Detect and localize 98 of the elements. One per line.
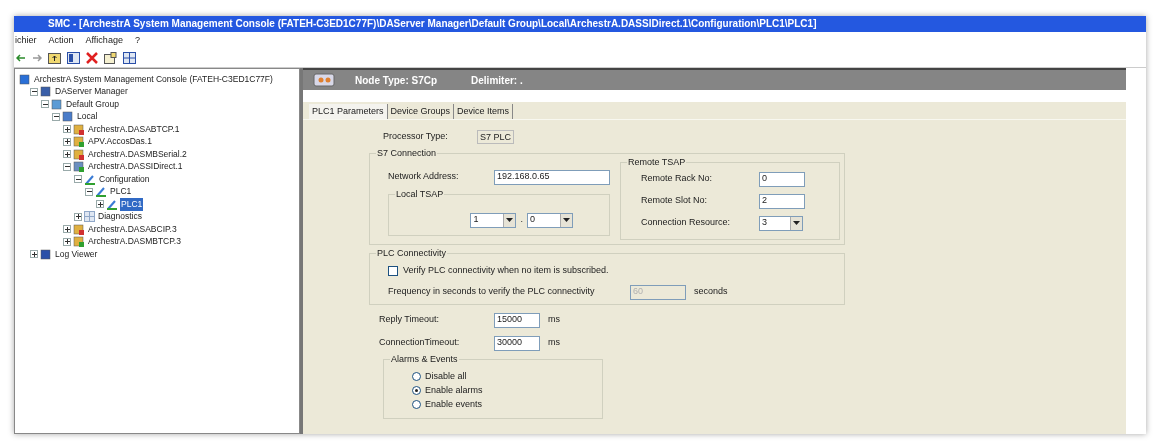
- tree-item[interactable]: Log Viewer: [54, 247, 99, 261]
- dropdown[interactable]: 3: [759, 215, 803, 231]
- expander-icon[interactable]: [30, 87, 38, 96]
- checkbox[interactable]: [388, 266, 398, 276]
- group-title: Alarms & Events: [390, 353, 459, 365]
- properties-icon[interactable]: [104, 52, 117, 64]
- group-title: Remote TSAP: [627, 156, 687, 168]
- tree-item[interactable]: DAServer Manager: [54, 85, 129, 99]
- dropdown[interactable]: 0: [527, 212, 573, 228]
- menu-item[interactable]: ?: [134, 33, 140, 48]
- dropdown[interactable]: 1: [470, 212, 517, 228]
- forward-arrow-icon[interactable]: [32, 54, 42, 62]
- expander-icon[interactable]: [63, 162, 71, 171]
- tab[interactable]: PLC1 Parameters: [309, 104, 388, 119]
- folder-up-icon[interactable]: [48, 52, 61, 64]
- unit-label: ms: [547, 313, 560, 327]
- menu-item[interactable]: Action: [48, 33, 74, 48]
- unit-label: ms: [547, 336, 560, 350]
- expander-icon[interactable]: [74, 212, 82, 221]
- field-label: Network Address:: [388, 170, 460, 184]
- window-title: SMC - [ArchestrA System Management Console (FATEH-C3ED1C77F)\DAServer Manager\Default Group\Local\ArchestrA.DASSIDirect.1\Configuration\PLC1\PLC1]: [14, 16, 1146, 32]
- caret-icon: [793, 221, 800, 225]
- radio-button[interactable]: [412, 372, 421, 381]
- tree-item[interactable]: Configuration: [98, 172, 151, 186]
- field-label: Processor Type:: [382, 130, 449, 144]
- expander-icon[interactable]: [63, 137, 71, 146]
- tab[interactable]: Device Items: [454, 104, 514, 119]
- expander-icon[interactable]: [74, 175, 82, 184]
- expander-icon[interactable]: [52, 112, 60, 121]
- radio-label: Enable alarms: [425, 383, 483, 397]
- expander-icon[interactable]: [96, 200, 104, 209]
- tree-item[interactable]: ArchestrA System Management Console (FATEH-C3ED1C77F): [33, 72, 274, 86]
- tree-item[interactable]: ArchestrA.DASMBTCP.3: [87, 235, 182, 249]
- menu-item[interactable]: ichier: [15, 33, 37, 48]
- tree-item[interactable]: ArchestrA.DASSIDirect.1: [87, 160, 184, 174]
- group-title: S7 Connection: [376, 147, 438, 159]
- expander-icon[interactable]: [63, 237, 71, 246]
- radio-label: Disable all: [425, 369, 467, 383]
- back-arrow-icon[interactable]: [16, 54, 26, 62]
- checkbox-label: Verify PLC connectivity when no item is subscribed.: [403, 264, 609, 278]
- tree-item[interactable]: PLC1: [120, 197, 144, 211]
- server-icon: [73, 148, 85, 160]
- delimiter-label: Delimiter: .: [470, 73, 523, 88]
- menu-item[interactable]: Affichage: [85, 33, 123, 48]
- separator-dot: .: [520, 213, 523, 227]
- tree-item[interactable]: APV.AccosDas.1: [87, 135, 153, 149]
- tree-item[interactable]: PLC1: [109, 185, 133, 199]
- folder-icon: [40, 248, 52, 260]
- radio-button[interactable]: [412, 386, 421, 395]
- folder-icon: [19, 73, 31, 85]
- radio-label: Enable events: [425, 397, 483, 411]
- server-icon: [73, 123, 85, 135]
- input-field[interactable]: 0: [759, 171, 805, 187]
- delete-icon[interactable]: [86, 52, 98, 64]
- field-label: ConnectionTimeout:: [379, 336, 461, 350]
- tree-item[interactable]: Default Group: [65, 97, 120, 111]
- tree-item[interactable]: Diagnostics: [97, 210, 143, 224]
- expander-icon[interactable]: [63, 125, 71, 134]
- tree-item[interactable]: ArchestrA.DASMBSerial.2: [87, 147, 188, 161]
- folder-icon: [51, 98, 63, 110]
- caret-icon: [506, 218, 514, 222]
- panel-icon[interactable]: [123, 52, 136, 64]
- radio-button[interactable]: [412, 400, 421, 409]
- readonly-field: S7 PLC: [477, 130, 515, 144]
- tree-item[interactable]: ArchestrA.DASABCIP.3: [87, 222, 178, 236]
- field-label: Remote Rack No:: [641, 172, 714, 186]
- field-label: Remote Slot No:: [641, 194, 709, 208]
- server-icon: [73, 223, 85, 235]
- expander-icon[interactable]: [41, 100, 49, 109]
- field-label: Connection Resource:: [641, 216, 732, 230]
- device-icon: [313, 72, 335, 88]
- wrench-icon: [106, 198, 118, 210]
- field-label: Reply Timeout:: [379, 313, 441, 327]
- server-icon: [73, 236, 85, 248]
- input-field[interactable]: 192.168.0.65: [494, 169, 610, 185]
- grid-icon: [84, 211, 95, 223]
- input-field[interactable]: 30000: [494, 335, 540, 351]
- wrench-icon: [95, 186, 107, 198]
- expander-icon[interactable]: [63, 150, 71, 159]
- folder-icon: [62, 111, 74, 123]
- node-type-label: Node Type: S7Cp: [355, 73, 438, 88]
- caret-icon: [563, 218, 570, 222]
- panel-icon[interactable]: [67, 52, 80, 64]
- server-icon: [73, 136, 85, 148]
- input-field[interactable]: 2: [759, 193, 805, 209]
- folder-icon: [40, 86, 52, 98]
- wrench-icon: [84, 173, 96, 185]
- group-title: PLC Connectivity: [376, 247, 448, 259]
- group-title: Local TSAP: [395, 188, 445, 200]
- field-label: Frequency in seconds to verify the PLC connectivity: [388, 285, 596, 299]
- server-icon: [73, 161, 85, 173]
- unit-label: seconds: [693, 285, 728, 299]
- tree-item[interactable]: ArchestrA.DASABTCP.1: [87, 122, 181, 136]
- input-field[interactable]: 15000: [494, 312, 540, 328]
- tree-item[interactable]: Local: [76, 110, 99, 124]
- expander-icon[interactable]: [30, 250, 38, 259]
- expander-icon[interactable]: [63, 225, 71, 234]
- expander-icon[interactable]: [85, 187, 93, 196]
